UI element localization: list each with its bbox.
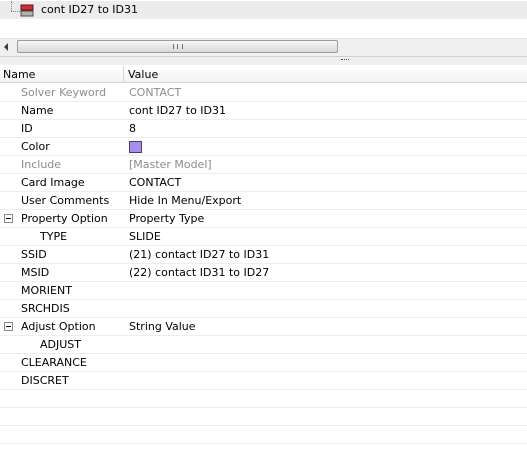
horizontal-scrollbar[interactable] — [0, 39, 527, 56]
property-row[interactable] — [0, 426, 527, 444]
property-name: TYPE — [40, 230, 68, 243]
property-name: Include — [21, 158, 62, 171]
property-row[interactable]: ID 8 — [0, 120, 527, 138]
scroll-left-arrow-icon[interactable] — [4, 43, 8, 51]
pane-splitter[interactable] — [0, 56, 527, 65]
property-row[interactable]: Property Option Property Type — [0, 210, 527, 228]
property-row[interactable]: Card Image CONTACT — [0, 174, 527, 192]
contact-icon — [20, 4, 34, 17]
tree-item-label: cont ID27 to ID31 — [41, 3, 139, 16]
collapse-toggle-icon[interactable] — [4, 214, 13, 223]
property-row[interactable]: Color — [0, 138, 527, 156]
property-name: ID — [21, 122, 33, 135]
property-grid: Solver Keyword CONTACT Name cont ID27 to ID… — [0, 84, 527, 453]
property-row[interactable]: Solver Keyword CONTACT — [0, 84, 527, 102]
property-value: CONTACT — [129, 86, 182, 99]
model-tree: cont ID27 to ID31 — [0, 0, 527, 39]
property-row[interactable]: TYPE SLIDE — [0, 228, 527, 246]
property-row[interactable] — [0, 408, 527, 426]
property-row[interactable]: Name cont ID27 to ID31 — [0, 102, 527, 120]
property-value[interactable]: Property Type — [129, 210, 204, 227]
property-value[interactable]: SLIDE — [129, 228, 161, 245]
column-divider[interactable] — [123, 66, 124, 82]
tree-connector — [11, 11, 20, 12]
tree-item-contact[interactable]: cont ID27 to ID31 — [0, 1, 527, 19]
property-row[interactable]: ADJUST — [0, 336, 527, 354]
property-name: MSID — [21, 266, 50, 279]
property-value[interactable]: (22) contact ID31 to ID27 — [129, 264, 269, 281]
property-name: ADJUST — [40, 338, 81, 351]
property-name: Name — [21, 104, 54, 117]
property-value[interactable]: CONTACT — [129, 174, 181, 191]
scrollbar-thumb[interactable] — [17, 40, 338, 53]
property-row[interactable]: User Comments Hide In Menu/Export — [0, 192, 527, 210]
property-name: User Comments — [21, 194, 110, 207]
property-value[interactable]: cont ID27 to ID31 — [129, 102, 226, 119]
color-swatch[interactable] — [129, 141, 142, 153]
property-name: MORIENT — [21, 284, 72, 297]
property-row[interactable]: Adjust Option String Value — [0, 318, 527, 336]
property-row[interactable] — [0, 390, 527, 408]
property-row[interactable]: CLEARANCE — [0, 354, 527, 372]
property-value[interactable]: 8 — [129, 120, 136, 137]
property-value: [Master Model] — [129, 158, 212, 171]
property-name: Color — [21, 140, 50, 153]
property-name: SRCHDIS — [21, 302, 70, 315]
property-name: CLEARANCE — [21, 356, 87, 369]
property-value[interactable]: (21) contact ID27 to ID31 — [129, 246, 269, 263]
property-name: Card Image — [21, 176, 85, 189]
property-grid-header: Name Value — [0, 66, 527, 83]
splitter-grip-icon — [341, 59, 349, 63]
property-row[interactable]: MSID (22) contact ID31 to ID27 — [0, 264, 527, 282]
property-row[interactable]: MORIENT — [0, 282, 527, 300]
property-row[interactable]: Include [Master Model] — [0, 156, 527, 174]
column-header-name[interactable]: Name — [3, 67, 35, 82]
tree-connector — [11, 1, 12, 11]
property-name: DISCRET — [21, 374, 69, 387]
property-row[interactable]: DISCRET — [0, 372, 527, 390]
property-name: Adjust Option — [21, 320, 96, 333]
property-row[interactable]: SSID (21) contact ID27 to ID31 — [0, 246, 527, 264]
grip-icon — [173, 44, 183, 49]
property-value[interactable]: Hide In Menu/Export — [129, 192, 241, 209]
column-header-value[interactable]: Value — [128, 67, 158, 82]
property-name: Solver Keyword — [21, 86, 107, 99]
property-row[interactable]: SRCHDIS — [0, 300, 527, 318]
property-name: Property Option — [21, 212, 108, 225]
property-value[interactable]: String Value — [129, 318, 196, 335]
collapse-toggle-icon[interactable] — [4, 322, 13, 331]
property-name: SSID — [21, 248, 47, 261]
